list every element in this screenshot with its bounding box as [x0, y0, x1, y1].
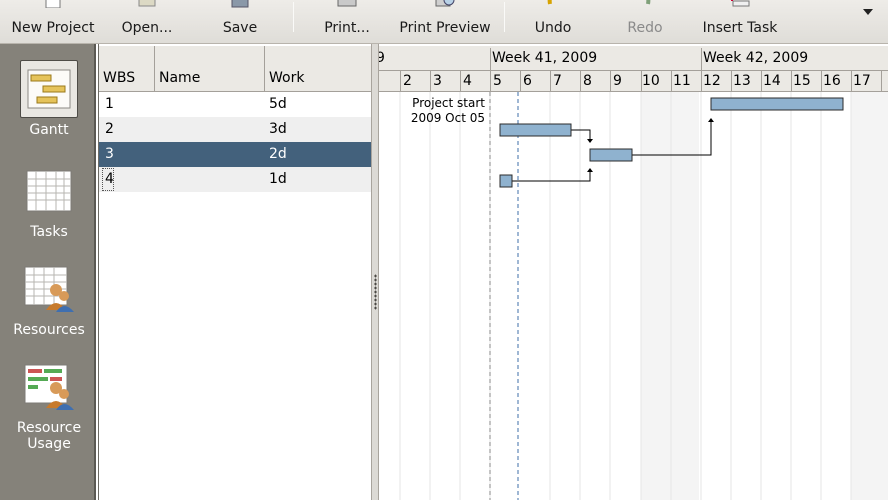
- redo-label: Redo: [627, 20, 663, 36]
- day-label: 12: [703, 73, 721, 89]
- gantt-view-icon: [27, 69, 71, 109]
- day-label: 6: [523, 73, 532, 89]
- table-row[interactable]: 4 1d: [99, 167, 371, 192]
- table-row[interactable]: 1 5d: [99, 92, 371, 117]
- gantt-timescale-header: 9 Week 41, 2009 Week 42, 2009 2 3 4 5 6 …: [379, 46, 888, 92]
- toolbar-separator: [504, 2, 505, 32]
- sidebar-item-tasks-label: Tasks: [30, 224, 68, 240]
- column-header-name[interactable]: Name: [155, 46, 265, 92]
- table-row[interactable]: 2 3d: [99, 117, 371, 142]
- new-document-icon: [45, 0, 61, 8]
- toolbar-separator: [293, 2, 294, 32]
- week-41-label: Week 41, 2009: [492, 50, 598, 66]
- task-bar-2[interactable]: [499, 123, 572, 137]
- sidebar-item-resource-usage-label: Resource Usage: [16, 420, 82, 452]
- day-label: 3: [433, 73, 442, 89]
- splitter-grip-handle[interactable]: [374, 274, 377, 310]
- pane-splitter[interactable]: [371, 44, 379, 500]
- toolbar-overflow-chevron-down-icon[interactable]: [860, 6, 876, 18]
- redo-button[interactable]: Redo: [612, 0, 678, 42]
- save-label: Save: [222, 20, 258, 36]
- day-label: 14: [763, 73, 781, 89]
- project-start-date: 2009 Oct 05: [410, 111, 485, 125]
- new-project-button[interactable]: New Project: [6, 0, 100, 42]
- print-label: Print...: [324, 20, 370, 36]
- day-label: 15: [793, 73, 811, 89]
- resources-view-icon: [24, 266, 74, 312]
- work-cell[interactable]: 2d: [269, 142, 287, 167]
- undo-label: Undo: [534, 20, 572, 36]
- print-preview-button[interactable]: Print Preview: [394, 0, 496, 42]
- work-cell[interactable]: 5d: [269, 92, 287, 117]
- weekend-shade: [851, 92, 888, 500]
- open-label: Open...: [121, 20, 173, 36]
- insert-task-label: Insert Task: [702, 20, 778, 36]
- day-label: 9: [613, 73, 622, 89]
- day-label: 8: [583, 73, 592, 89]
- day-label: 4: [463, 73, 472, 89]
- sidebar-item-resource-usage[interactable]: Resource Usage: [8, 358, 90, 452]
- task-bar-4[interactable]: [499, 174, 513, 188]
- printer-icon: [337, 0, 357, 7]
- table-row-selected[interactable]: 3 2d: [99, 142, 371, 167]
- day-label: 11: [673, 73, 691, 89]
- sidebar-item-tasks[interactable]: Tasks: [8, 162, 90, 240]
- task-bar-1[interactable]: [710, 97, 844, 111]
- day-label: 16: [823, 73, 841, 89]
- day-label: 13: [733, 73, 751, 89]
- column-header-wbs[interactable]: WBS: [99, 46, 155, 92]
- sidebar-item-resources[interactable]: Resources: [8, 260, 90, 338]
- week-42-label: Week 42, 2009: [703, 50, 809, 66]
- redo-arrow-icon: [646, 0, 651, 5]
- new-project-label: New Project: [11, 20, 95, 36]
- day-label: 7: [553, 73, 562, 89]
- main-toolbar: New Project Open... Save Print... Print …: [0, 0, 888, 44]
- print-preview-icon: [435, 0, 455, 7]
- gantt-chart: Project start 2009 Oct 05 9 Week 41, 200…: [379, 44, 888, 500]
- work-cell[interactable]: 3d: [269, 117, 287, 142]
- open-button[interactable]: Open...: [112, 0, 182, 42]
- open-folder-icon: [138, 0, 156, 7]
- day-label: 5: [493, 73, 502, 89]
- task-table: WBS Name Work 1 5d 2 3d 3 2d 4 1d: [98, 44, 371, 500]
- sidebar-item-gantt-label: Gantt: [29, 122, 69, 138]
- undo-arrow-icon: [547, 0, 552, 5]
- table-header: WBS Name Work: [99, 46, 371, 92]
- print-preview-label: Print Preview: [399, 20, 491, 36]
- insert-task-button[interactable]: Insert Task: [690, 0, 790, 42]
- day-label: 10: [642, 73, 660, 89]
- week-partial-label: 9: [379, 50, 385, 66]
- project-start-label: Project start: [412, 96, 485, 110]
- day-label: 2: [403, 73, 412, 89]
- tasks-view-icon: [26, 170, 72, 212]
- sidebar-item-resources-label: Resources: [13, 322, 85, 338]
- save-disk-icon: [231, 0, 249, 8]
- column-header-work[interactable]: Work: [265, 46, 371, 92]
- resource-usage-view-icon: [24, 364, 74, 410]
- wbs-cell: 1: [105, 96, 114, 112]
- view-sidebar: Gantt Tasks Resources Resource Usage: [0, 44, 96, 500]
- undo-button[interactable]: Undo: [520, 0, 586, 42]
- save-button[interactable]: Save: [212, 0, 268, 42]
- work-cell[interactable]: 1d: [269, 167, 287, 192]
- day-label: 17: [853, 73, 871, 89]
- wbs-cell: 4: [101, 167, 115, 192]
- insert-task-icon: [731, 0, 750, 7]
- weekend-shade: [641, 92, 699, 500]
- sidebar-item-gantt[interactable]: Gantt: [8, 60, 90, 138]
- wbs-cell: 2: [105, 121, 114, 137]
- print-button[interactable]: Print...: [314, 0, 380, 42]
- task-bar-3[interactable]: [589, 148, 633, 162]
- wbs-cell: 3: [105, 146, 114, 162]
